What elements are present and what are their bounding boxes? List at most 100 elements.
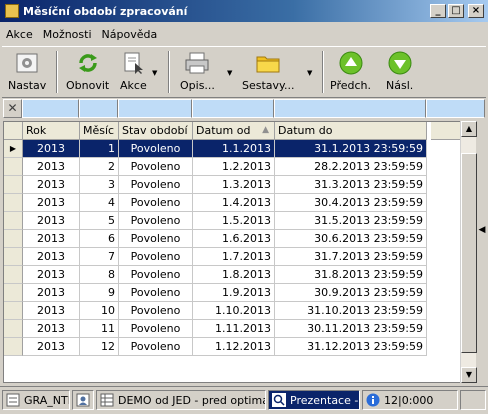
table-row[interactable]: 2013 2 Povoleno 1.2.2013 28.2.2013 23:59:59 (4, 158, 431, 176)
cell-datum-do[interactable]: 31.1.2013 23:59:59 (275, 140, 427, 158)
current-row-indicator[interactable]: ▶ (4, 140, 23, 158)
cell-stav[interactable]: Povoleno (119, 140, 193, 158)
cell-datum-do[interactable]: 31.5.2013 23:59:59 (275, 212, 427, 230)
cell-stav[interactable]: Povoleno (119, 176, 193, 194)
cell-stav[interactable]: Povoleno (119, 320, 193, 338)
table-row[interactable]: 2013 6 Povoleno 1.6.2013 30.6.2013 23:59:59 (4, 230, 431, 248)
table-row[interactable]: 2013 9 Povoleno 1.9.2013 30.9.2013 23:59:59 (4, 284, 431, 302)
row-header[interactable] (4, 302, 23, 320)
opis-button[interactable]: Opis... (180, 50, 215, 92)
menu-moznosti[interactable]: Možnosti (43, 28, 92, 41)
status-item-user[interactable] (72, 390, 94, 410)
status-item-gra[interactable]: GRA_NTB (2, 390, 70, 410)
cell-stav[interactable]: Povoleno (119, 230, 193, 248)
status-item-info[interactable]: 12|0:000 (362, 390, 458, 410)
cell-stav[interactable]: Povoleno (119, 302, 193, 320)
scroll-up-button[interactable]: ▲ (461, 121, 477, 137)
row-header[interactable] (4, 230, 23, 248)
cell-stav[interactable]: Povoleno (119, 212, 193, 230)
cell-datum-do[interactable]: 30.9.2013 23:59:59 (275, 284, 427, 302)
row-header[interactable] (4, 212, 23, 230)
minimize-button[interactable]: _ (430, 4, 446, 18)
cell-rok[interactable]: 2013 (23, 284, 80, 302)
menu-akce[interactable]: Akce (6, 28, 33, 41)
cell-stav[interactable]: Povoleno (119, 158, 193, 176)
cell-mesic[interactable]: 1 (80, 140, 119, 158)
cell-rok[interactable]: 2013 (23, 266, 80, 284)
cell-mesic[interactable]: 5 (80, 212, 119, 230)
cell-datum-do[interactable]: 31.12.2013 23:59:59 (275, 338, 427, 356)
cell-datum-do[interactable]: 31.8.2013 23:59:59 (275, 266, 427, 284)
row-header[interactable] (4, 194, 23, 212)
cell-datum-od[interactable]: 1.2.2013 (193, 158, 275, 176)
cell-mesic[interactable]: 7 (80, 248, 119, 266)
cell-datum-od[interactable]: 1.9.2013 (193, 284, 275, 302)
col-mesic[interactable]: Měsíc (80, 122, 119, 140)
col-datum-do[interactable]: Datum do (275, 122, 427, 140)
cell-stav[interactable]: Povoleno (119, 284, 193, 302)
cell-datum-do[interactable]: 28.2.2013 23:59:59 (275, 158, 427, 176)
table-row[interactable]: 2013 11 Povoleno 1.11.2013 30.11.2013 23:59:… (4, 320, 431, 338)
akce-button[interactable]: Akce (120, 50, 147, 92)
table-row[interactable]: 2013 4 Povoleno 1.4.2013 30.4.2013 23:59:59 (4, 194, 431, 212)
filter-datum-od[interactable] (192, 99, 274, 118)
row-header[interactable] (4, 320, 23, 338)
cell-mesic[interactable]: 3 (80, 176, 119, 194)
cell-datum-do[interactable]: 31.7.2013 23:59:59 (275, 248, 427, 266)
table-row[interactable]: 2013 3 Povoleno 1.3.2013 31.3.2013 23:59:59 (4, 176, 431, 194)
obnovit-button[interactable]: Obnovit (66, 50, 109, 92)
cell-rok[interactable]: 2013 (23, 158, 80, 176)
cell-datum-od[interactable]: 1.11.2013 (193, 320, 275, 338)
cell-datum-od[interactable]: 1.6.2013 (193, 230, 275, 248)
table-row[interactable]: ▶ 2013 1 Povoleno 1.1.2013 31.1.2013 23:59:59 (4, 140, 431, 158)
cell-datum-do[interactable]: 30.11.2013 23:59:59 (275, 320, 427, 338)
cell-stav[interactable]: Povoleno (119, 266, 193, 284)
table-row[interactable]: 2013 5 Povoleno 1.5.2013 31.5.2013 23:59:59 (4, 212, 431, 230)
cell-rok[interactable]: 2013 (23, 212, 80, 230)
table-row[interactable]: 2013 10 Povoleno 1.10.2013 31.10.2013 23:59:… (4, 302, 431, 320)
vertical-scrollbar[interactable]: ▲ ▼ (460, 121, 477, 383)
cell-mesic[interactable]: 10 (80, 302, 119, 320)
cell-mesic[interactable]: 2 (80, 158, 119, 176)
table-row[interactable]: 2013 12 Povoleno 1.12.2013 31.12.2013 23:59:… (4, 338, 431, 356)
cell-datum-do[interactable]: 30.6.2013 23:59:59 (275, 230, 427, 248)
status-item-prezentace[interactable]: Prezentace - a (268, 390, 360, 410)
cell-rok[interactable]: 2013 (23, 194, 80, 212)
table-row[interactable]: 2013 8 Povoleno 1.8.2013 31.8.2013 23:59:59 (4, 266, 431, 284)
cell-datum-od[interactable]: 1.3.2013 (193, 176, 275, 194)
cell-datum-od[interactable]: 1.7.2013 (193, 248, 275, 266)
cell-datum-do[interactable]: 30.4.2013 23:59:59 (275, 194, 427, 212)
row-header[interactable] (4, 338, 23, 356)
filter-datum-do[interactable] (274, 99, 426, 118)
status-item-demo[interactable]: DEMO od JED - pred optimalizací (96, 390, 266, 410)
cell-stav[interactable]: Povoleno (119, 194, 193, 212)
cell-rok[interactable]: 2013 (23, 230, 80, 248)
nasl-button[interactable]: Násl. (386, 50, 413, 92)
cell-datum-do[interactable]: 31.10.2013 23:59:59 (275, 302, 427, 320)
filter-mesic[interactable] (79, 99, 118, 118)
cell-rok[interactable]: 2013 (23, 302, 80, 320)
row-header[interactable] (4, 266, 23, 284)
filter-rok[interactable] (22, 99, 79, 118)
nastav-button[interactable]: Nastav (8, 50, 46, 92)
akce-dropdown-icon[interactable]: ▼ (152, 69, 157, 77)
filter-stav[interactable] (118, 99, 192, 118)
cell-rok[interactable]: 2013 (23, 176, 80, 194)
scroll-thumb[interactable] (461, 153, 477, 353)
cell-mesic[interactable]: 9 (80, 284, 119, 302)
cell-mesic[interactable]: 4 (80, 194, 119, 212)
cell-rok[interactable]: 2013 (23, 140, 80, 158)
cell-datum-od[interactable]: 1.10.2013 (193, 302, 275, 320)
cell-stav[interactable]: Povoleno (119, 338, 193, 356)
cell-datum-do[interactable]: 31.3.2013 23:59:59 (275, 176, 427, 194)
menu-napoveda[interactable]: Nápověda (102, 28, 158, 41)
cell-mesic[interactable]: 11 (80, 320, 119, 338)
cell-stav[interactable]: Povoleno (119, 248, 193, 266)
maximize-button[interactable]: □ (448, 4, 464, 18)
row-header[interactable] (4, 176, 23, 194)
collapse-panel-icon[interactable]: ◀ (476, 200, 488, 260)
cell-rok[interactable]: 2013 (23, 338, 80, 356)
cell-datum-od[interactable]: 1.12.2013 (193, 338, 275, 356)
row-header[interactable] (4, 248, 23, 266)
opis-dropdown-icon[interactable]: ▼ (227, 69, 232, 77)
